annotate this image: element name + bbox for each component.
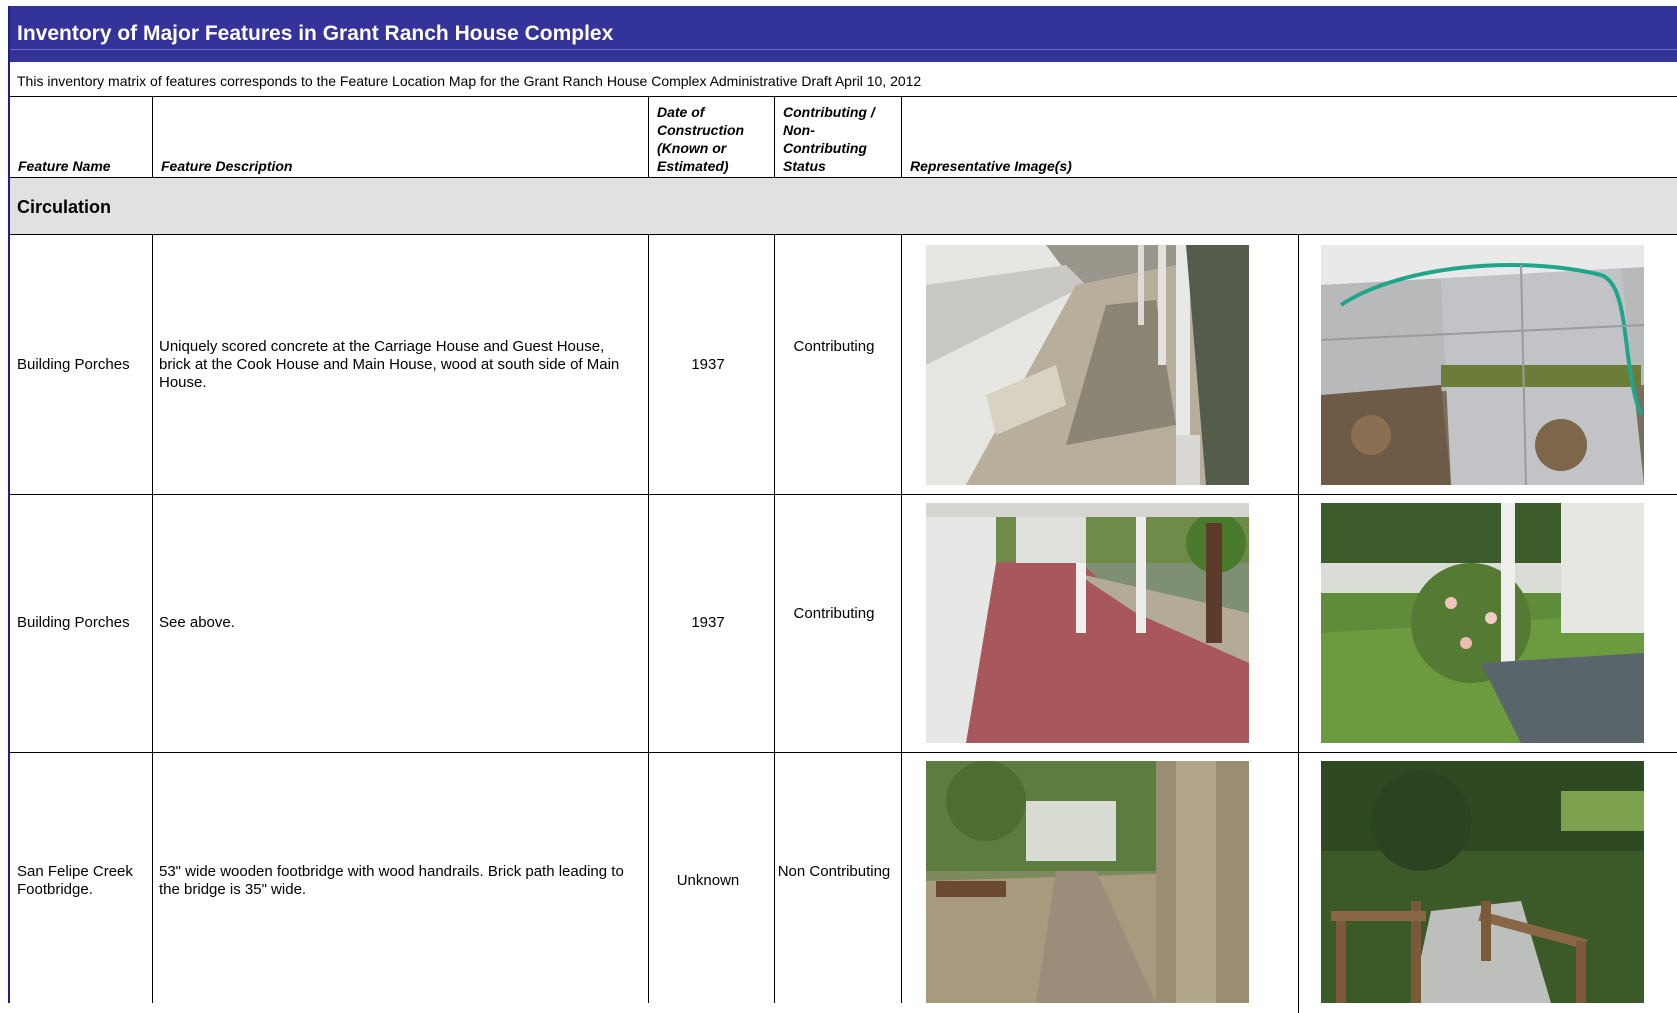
- image-divider: [1298, 753, 1299, 1013]
- column-divider: [774, 235, 775, 1003]
- brick-path-photo: [926, 761, 1249, 1003]
- construction-date: 1937: [691, 356, 725, 373]
- porch-garden-photo: [1321, 503, 1644, 743]
- header-status-label: Contributing / Non-Contributing Status: [783, 104, 875, 174]
- header-divider: [901, 97, 902, 178]
- header-images: Representative Image(s): [902, 97, 1677, 178]
- header-divider: [774, 97, 775, 178]
- header-feature-description: Feature Description: [153, 97, 649, 178]
- table-row: Building Porches Uniquely scored concret…: [10, 235, 1677, 495]
- contributing-status: Contributing: [793, 605, 875, 622]
- header-feature-description-label: Feature Description: [161, 158, 293, 174]
- table-row: San Felipe Creek Footbridge. 53" wide wo…: [10, 753, 1677, 1013]
- footbridge-photo: [1321, 761, 1644, 1003]
- header-images-label: Representative Image(s): [910, 158, 1072, 174]
- feature-description: 53" wide wooden footbridge with wood han…: [159, 863, 624, 898]
- header-date: Date of Construction (Known or Estimated…: [649, 97, 775, 178]
- feature-description: See above.: [159, 614, 235, 631]
- title-divider: [10, 49, 1677, 50]
- header-divider: [648, 97, 649, 178]
- construction-date: Unknown: [676, 872, 740, 889]
- wooden-porch-photo: [926, 245, 1249, 485]
- header-divider: [152, 97, 153, 178]
- title-bar: Inventory of Major Features in Grant Ran…: [10, 6, 1677, 62]
- image-divider: [1298, 495, 1299, 752]
- column-divider: [648, 235, 649, 1003]
- header-date-label: Date of Construction (Known or Estimated…: [657, 104, 745, 174]
- feature-name: Building Porches: [17, 356, 130, 373]
- contributing-status: Contributing: [793, 338, 875, 355]
- contributing-status: Non Contributing: [777, 863, 891, 880]
- page-title: Inventory of Major Features in Grant Ran…: [17, 22, 614, 45]
- header-status: Contributing / Non-Contributing Status: [775, 97, 902, 178]
- column-divider: [152, 235, 153, 1003]
- feature-name: Building Porches: [17, 614, 130, 631]
- image-divider: [1298, 235, 1299, 494]
- section-header-circulation: Circulation: [10, 178, 1677, 235]
- table-row: Building Porches See above. 1937 Contrib…: [10, 495, 1677, 753]
- subtitle-row: This inventory matrix of features corres…: [10, 62, 1677, 97]
- feature-name: San Felipe Creek Footbridge.: [17, 863, 133, 898]
- subtitle-text: This inventory matrix of features corres…: [17, 73, 922, 89]
- inventory-page: Inventory of Major Features in Grant Ran…: [8, 6, 1677, 1013]
- section-title: Circulation: [17, 197, 112, 217]
- construction-date: 1937: [691, 614, 725, 631]
- header-feature-name-label: Feature Name: [18, 158, 111, 174]
- brick-porch-photo: [926, 503, 1249, 743]
- concrete-paving-photo: [1321, 245, 1644, 485]
- header-feature-name: Feature Name: [10, 97, 153, 178]
- feature-description: Uniquely scored concrete at the Carriage…: [159, 338, 620, 391]
- column-divider: [901, 235, 902, 1003]
